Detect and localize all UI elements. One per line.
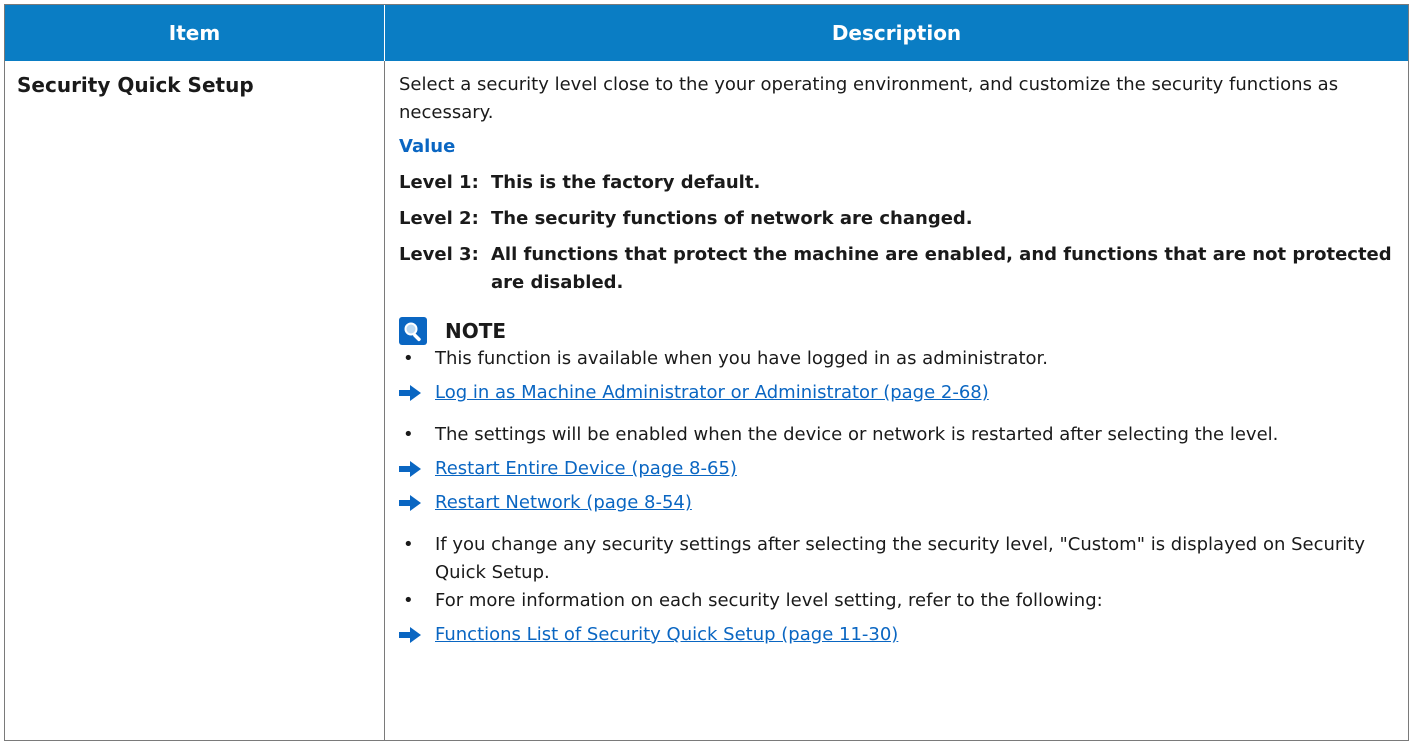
bullet-text: If you change any security settings afte… (435, 534, 1366, 583)
list-item: • If you change any security settings af… (399, 531, 1394, 587)
level-row: Level 1: This is the factory default. (399, 169, 1394, 197)
link-row: Log in as Machine Administrator or Admin… (399, 379, 1394, 407)
arrow-right-icon (399, 489, 435, 517)
column-divider (384, 61, 385, 740)
arrow-right-icon (399, 455, 435, 483)
level-row: Level 2: The security functions of netwo… (399, 205, 1394, 233)
level-key: Level 2: (399, 208, 479, 229)
level-text: All functions that protect the machine a… (491, 244, 1392, 293)
link-functions-list[interactable]: Functions List of Security Quick Setup (… (435, 621, 898, 649)
note-heading: NOTE (399, 317, 1394, 345)
link-log-in-admin[interactable]: Log in as Machine Administrator or Admin… (435, 379, 989, 407)
level-key: Level 1: (399, 172, 479, 193)
list-item: • For more information on each security … (399, 587, 1394, 615)
intro-text: Select a security level close to the you… (399, 74, 1339, 123)
bullet-text: This function is available when you have… (435, 348, 1048, 369)
link-restart-network[interactable]: Restart Network (page 8-54) (435, 489, 692, 517)
bullet-text: The settings will be enabled when the de… (435, 424, 1279, 445)
settings-table: Item Description Security Quick Setup Se… (4, 4, 1409, 741)
header-item: Item (168, 21, 221, 45)
arrow-right-icon (399, 621, 435, 649)
note-title: NOTE (445, 319, 507, 343)
description-cell: Select a security level close to the you… (399, 71, 1394, 649)
level-key: Level 3: (399, 244, 479, 265)
arrow-right-icon (399, 379, 435, 407)
list-item: • The settings will be enabled when the … (399, 421, 1394, 449)
value-label: Value (399, 136, 456, 157)
bullet-text: For more information on each security le… (435, 590, 1103, 611)
table-header: Item Description (5, 5, 1408, 61)
link-restart-entire-device[interactable]: Restart Entire Device (page 8-65) (435, 455, 737, 483)
level-text: The security functions of network are ch… (491, 208, 973, 229)
list-item: • This function is available when you ha… (399, 345, 1394, 373)
link-row: Functions List of Security Quick Setup (… (399, 621, 1394, 649)
link-row: Restart Entire Device (page 8-65) (399, 455, 1394, 483)
link-row: Restart Network (page 8-54) (399, 489, 1394, 517)
item-name: Security Quick Setup (17, 73, 254, 97)
level-text: This is the factory default. (491, 172, 761, 193)
note-icon (399, 317, 427, 345)
level-row: Level 3: All functions that protect the … (399, 241, 1394, 297)
header-description: Description (384, 5, 1408, 61)
